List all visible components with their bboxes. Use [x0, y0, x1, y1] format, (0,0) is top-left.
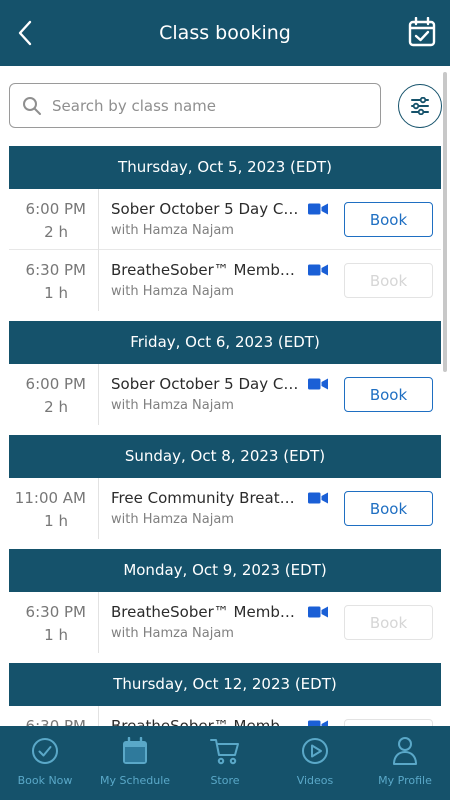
date-section: Thursday, Oct 12, 2023 (EDT)6:30 PM1 hBr… — [9, 663, 441, 728]
video-camera-icon — [308, 264, 328, 276]
instructor-name: with Hamza Najam — [111, 398, 234, 413]
calendar-button[interactable] — [408, 16, 436, 47]
nav-book-now[interactable]: Book Now — [0, 726, 90, 800]
nav-my-schedule[interactable]: My Schedule — [90, 726, 180, 800]
session-time: 6:30 PM — [25, 603, 86, 621]
nav-my-profile[interactable]: My Profile — [360, 726, 450, 800]
search-icon — [23, 96, 41, 115]
book-button[interactable]: Book — [344, 263, 433, 298]
nav-label: My Profile — [378, 774, 432, 787]
book-button[interactable]: Book — [344, 202, 433, 237]
session-duration: 1 h — [44, 284, 68, 302]
class-list[interactable]: Thursday, Oct 5, 2023 (EDT) 6:00 PM 2 h Sob… — [9, 146, 441, 728]
time-column: 6:00 PM 2 h — [9, 364, 99, 425]
date-header: Sunday, Oct 8, 2023 (EDT) — [9, 435, 441, 478]
class-session-row[interactable]: 6:00 PM 2 h Sober October 5 Day Ch... with … — [9, 189, 441, 250]
app-screen: Class booking Thursday, — [0, 0, 450, 800]
time-column: 6:30 PM 1 h — [9, 592, 99, 653]
cart-icon — [210, 736, 240, 766]
time-column: 6:30 PM 1 h — [9, 250, 99, 311]
date-section: Thursday, Oct 5, 2023 (EDT) 6:00 PM 2 h Sob… — [9, 146, 441, 311]
top-bar: Class booking — [0, 0, 450, 66]
search-input[interactable] — [52, 96, 352, 115]
calendar-check-icon — [408, 16, 436, 47]
class-session-row[interactable]: 11:00 AM 1 h Free Community Breath... with … — [9, 478, 441, 539]
session-time: 11:00 AM — [14, 489, 86, 507]
class-session-row[interactable]: 6:30 PM 1 h BreatheSober™ Member... with Ha… — [9, 592, 441, 653]
book-button[interactable]: Book — [344, 377, 433, 412]
date-header: Friday, Oct 6, 2023 (EDT) — [9, 321, 441, 364]
class-session-row[interactable]: 6:30 PM1 hBreatheSober™ Member...with Ha… — [9, 706, 441, 728]
time-column: 11:00 AM 1 h — [9, 478, 99, 539]
video-camera-icon — [308, 378, 328, 390]
nav-label: Book Now — [17, 774, 73, 787]
session-duration: 1 h — [44, 626, 68, 644]
date-section: Sunday, Oct 8, 2023 (EDT) 11:00 AM 1 h Free… — [9, 435, 441, 539]
session-duration: 2 h — [44, 398, 68, 416]
class-session-row[interactable]: 6:00 PM 2 h Sober October 5 Day Ch... with … — [9, 364, 441, 425]
nav-store[interactable]: Store — [180, 726, 270, 800]
video-camera-icon — [308, 606, 328, 618]
nav-label: My Schedule — [99, 774, 171, 787]
class-name: BreatheSober™ Member... — [111, 261, 303, 279]
book-button[interactable]: Book — [344, 491, 433, 526]
filter-button[interactable] — [398, 84, 442, 128]
date-section: Friday, Oct 6, 2023 (EDT) 6:00 PM 2 h Sober… — [9, 321, 441, 425]
video-camera-icon — [308, 492, 328, 504]
search-bar[interactable] — [9, 83, 381, 128]
instructor-name: with Hamza Najam — [111, 223, 234, 238]
user-icon — [390, 736, 420, 766]
book-button[interactable]: Book — [344, 605, 433, 640]
class-session-row[interactable]: 6:30 PM 1 h BreatheSober™ Member... with Ha… — [9, 250, 441, 311]
session-duration: 1 h — [44, 512, 68, 530]
nav-videos[interactable]: Videos — [270, 726, 360, 800]
time-column: 6:30 PM1 h — [9, 706, 99, 728]
instructor-name: with Hamza Najam — [111, 512, 234, 527]
session-time: 6:30 PM — [25, 261, 86, 279]
nav-label: Videos — [296, 774, 334, 787]
session-duration: 2 h — [44, 223, 68, 241]
bottom-nav: Book Now My Schedule Store Videos My Pro… — [0, 726, 450, 800]
video-camera-icon — [308, 203, 328, 215]
nav-label: Store — [210, 774, 240, 787]
scrollbar[interactable] — [443, 72, 447, 372]
instructor-name: with Hamza Najam — [111, 626, 234, 641]
check-circle-icon — [30, 736, 60, 766]
session-time: 6:00 PM — [25, 200, 86, 218]
calendar-icon — [120, 736, 150, 766]
date-header: Monday, Oct 9, 2023 (EDT) — [9, 549, 441, 592]
time-column: 6:00 PM 2 h — [9, 189, 99, 250]
sliders-icon — [411, 97, 429, 115]
instructor-name: with Hamza Najam — [111, 284, 234, 299]
page-title: Class booking — [159, 22, 291, 44]
play-circle-icon — [300, 736, 330, 766]
date-header: Thursday, Oct 5, 2023 (EDT) — [9, 146, 441, 189]
date-header: Thursday, Oct 12, 2023 (EDT) — [9, 663, 441, 706]
date-section: Monday, Oct 9, 2023 (EDT) 6:30 PM 1 h Breat… — [9, 549, 441, 653]
class-name: Sober October 5 Day Ch... — [111, 375, 303, 393]
class-name: BreatheSober™ Member... — [111, 603, 303, 621]
class-name: Free Community Breath... — [111, 489, 303, 507]
session-time: 6:00 PM — [25, 375, 86, 393]
class-name: Sober October 5 Day Ch... — [111, 200, 303, 218]
